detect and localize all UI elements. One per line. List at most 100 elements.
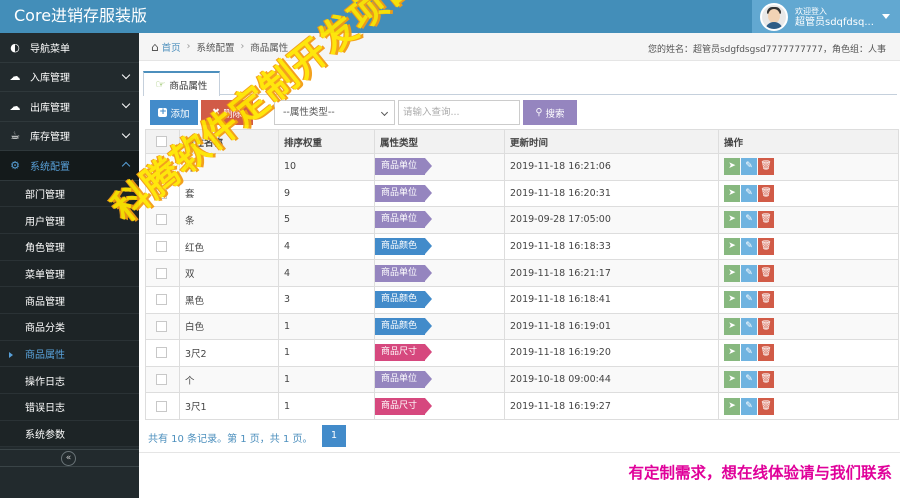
column-header[interactable]: 排序权重: [278, 129, 375, 154]
tab-product-attributes[interactable]: ☞ 商品属性: [143, 71, 220, 96]
row-checkbox[interactable]: [156, 374, 167, 386]
edit-pencil-icon[interactable]: ✎: [741, 344, 757, 362]
edit-pencil-icon[interactable]: ✎: [741, 397, 757, 415]
edit-pencil-icon[interactable]: ✎: [741, 211, 757, 229]
actions-cell: ➤ ✎ 🗑: [718, 206, 899, 234]
sidebar-item-nav[interactable]: ◐ 导航菜单: [0, 33, 139, 63]
table-row: 黑色 3 商品颜色 2019-11-18 16:18:41 ➤ ✎ 🗑: [145, 285, 899, 314]
column-header: 操作: [718, 129, 899, 154]
app-title[interactable]: Core进销存服装版: [14, 6, 147, 26]
send-icon[interactable]: ➤: [724, 371, 740, 389]
edit-pencil-icon[interactable]: ✎: [741, 264, 757, 282]
send-icon[interactable]: ➤: [724, 317, 740, 335]
trash-icon[interactable]: 🗑: [758, 238, 774, 256]
trash-icon[interactable]: 🗑: [758, 317, 774, 335]
row-select-cell: [145, 285, 180, 314]
double-chevron-left-icon[interactable]: «: [61, 451, 76, 466]
edit-pencil-icon[interactable]: ✎: [741, 371, 757, 389]
breadcrumb: ⌂ 首页 › 系统配置 › 商品属性 您的姓名：超管员sdgfdsgsd7777…: [139, 33, 900, 61]
chevron-right-icon: ›: [186, 41, 191, 52]
edit-pencil-icon[interactable]: ✎: [741, 184, 757, 202]
updated-time-cell: 2019-11-18 16:18:41: [504, 285, 719, 314]
sidebar-subitem-roles[interactable]: 角色管理: [0, 233, 139, 261]
updated-time-cell: 2019-11-18 16:19:01: [504, 312, 719, 341]
sidebar-subitem-errlog[interactable]: 错误日志: [0, 394, 139, 421]
user-name: 超管员sdqfdsq...: [795, 16, 874, 28]
search-button[interactable]: ⚲ 搜索: [523, 100, 577, 125]
row-checkbox[interactable]: [156, 241, 167, 253]
type-tag: 商品颜色: [375, 238, 433, 256]
edit-pencil-icon[interactable]: ✎: [741, 291, 757, 309]
trash-icon[interactable]: 🗑: [758, 344, 774, 362]
sidebar-subitem-params[interactable]: 系统参数: [0, 420, 139, 448]
row-checkbox[interactable]: [156, 214, 167, 226]
row-select-cell: [145, 232, 180, 261]
type-tag: 商品单位: [375, 371, 433, 389]
send-icon[interactable]: ➤: [724, 211, 740, 229]
sort-weight-cell: 1: [278, 365, 375, 394]
updated-time-cell: 2019-11-18 16:19:20: [504, 339, 719, 367]
table-row: 白色 1 商品颜色 2019-11-18 16:19:01 ➤ ✎ 🗑: [145, 312, 899, 341]
send-icon[interactable]: ➤: [724, 264, 740, 282]
dashboard-icon: ◐: [10, 40, 20, 54]
trash-icon[interactable]: 🗑: [758, 158, 774, 176]
sidebar-subitem-menus[interactable]: 菜单管理: [0, 260, 139, 288]
column-header[interactable]: 属性类型: [374, 129, 505, 154]
sidebar-subitem-products[interactable]: 商品管理: [0, 287, 139, 314]
table-row: 双 4 商品单位 2019-11-18 16:21:17 ➤ ✎ 🗑: [145, 259, 899, 287]
send-icon[interactable]: ➤: [724, 158, 740, 176]
send-icon[interactable]: ➤: [724, 184, 740, 202]
send-icon[interactable]: ➤: [724, 344, 740, 362]
page-button-current[interactable]: 1: [322, 425, 346, 447]
sort-weight-cell: 1: [278, 312, 375, 341]
sidebar-item-outbound[interactable]: ☁ 出库管理: [0, 92, 139, 122]
row-checkbox[interactable]: [156, 267, 167, 279]
row-checkbox[interactable]: [156, 400, 167, 412]
column-header[interactable]: 更新时间: [504, 129, 719, 154]
edit-pencil-icon[interactable]: ✎: [741, 238, 757, 256]
attribute-name-cell: 3尺1: [179, 392, 279, 420]
trash-icon[interactable]: 🗑: [758, 211, 774, 229]
edit-pencil-icon[interactable]: ✎: [741, 158, 757, 176]
breadcrumb-home-link[interactable]: 首页: [162, 40, 181, 54]
attribute-type-select[interactable]: --属性类型--: [274, 100, 395, 125]
row-checkbox[interactable]: [156, 320, 167, 332]
row-checkbox[interactable]: [156, 347, 167, 359]
send-icon[interactable]: ➤: [724, 397, 740, 415]
sidebar-subitem-oplog[interactable]: 操作日志: [0, 367, 139, 394]
sidebar-subitem-categories[interactable]: 商品分类: [0, 313, 139, 341]
trash-icon[interactable]: 🗑: [758, 264, 774, 282]
trash-icon[interactable]: 🗑: [758, 184, 774, 202]
trash-icon[interactable]: 🗑: [758, 371, 774, 389]
home-icon[interactable]: ⌂: [151, 40, 159, 54]
sidebar-item-stock[interactable]: ☕ 库存管理: [0, 122, 139, 151]
sidebar-collapse-bar: «: [0, 449, 139, 467]
user-menu[interactable]: 欢迎登入 超管员sdqfdsq...: [752, 0, 900, 33]
attribute-name-cell: 红色: [179, 232, 279, 261]
send-icon[interactable]: ➤: [724, 291, 740, 309]
updated-time-cell: 2019-11-18 16:19:27: [504, 392, 719, 420]
type-tag: 商品单位: [375, 184, 433, 202]
type-tag: 商品单位: [375, 158, 433, 176]
search-input[interactable]: 请输入查询...: [398, 100, 520, 125]
attribute-type-cell: 商品尺寸: [374, 339, 505, 367]
trash-icon[interactable]: 🗑: [758, 291, 774, 309]
sort-weight-cell: 4: [278, 232, 375, 261]
send-icon[interactable]: ➤: [724, 238, 740, 256]
hand-right-icon: ☞: [155, 78, 166, 91]
table-row: 红色 4 商品颜色 2019-11-18 16:18:33 ➤ ✎ 🗑: [145, 232, 899, 261]
attribute-type-cell: 商品单位: [374, 365, 505, 394]
trash-icon[interactable]: 🗑: [758, 397, 774, 415]
edit-pencil-icon[interactable]: ✎: [741, 317, 757, 335]
actions-cell: ➤ ✎ 🗑: [718, 179, 899, 208]
caret-down-icon[interactable]: [882, 14, 890, 19]
chevron-down-icon: [121, 99, 131, 109]
attribute-name-cell: 双: [179, 259, 279, 287]
sidebar-subitem-attributes[interactable]: 商品属性: [0, 340, 139, 368]
sort-weight-cell: 5: [278, 206, 375, 234]
table-header-row: 属性名称 排序权重 属性类型 更新时间 操作: [145, 129, 899, 154]
attribute-name-cell: 个: [179, 365, 279, 394]
attribute-type-cell: 商品颜色: [374, 285, 505, 314]
sidebar-item-inbound[interactable]: ☁ 入库管理: [0, 63, 139, 92]
row-checkbox[interactable]: [156, 294, 167, 306]
